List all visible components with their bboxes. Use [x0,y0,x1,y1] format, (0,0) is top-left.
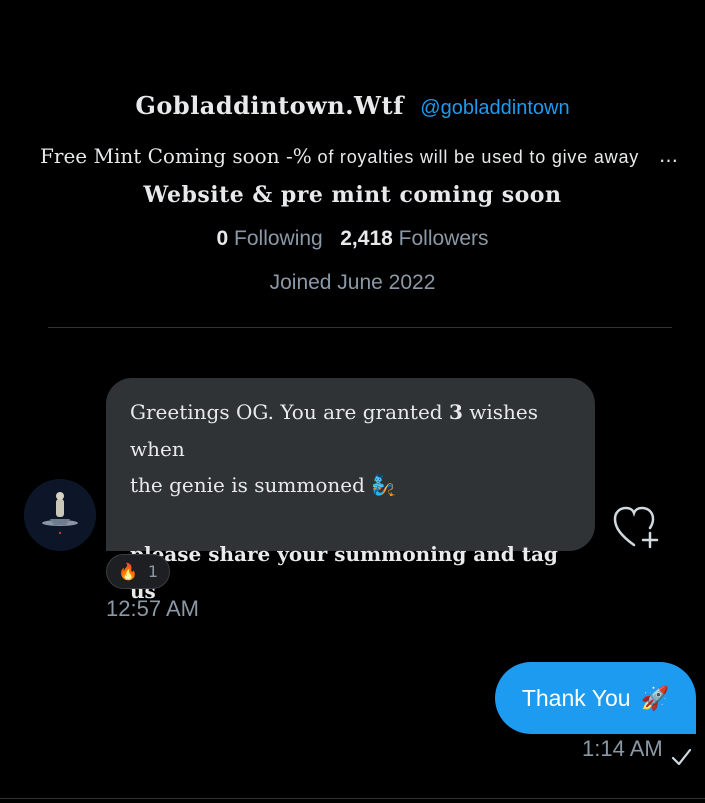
outgoing-timestamp: 1:14 AM [582,736,663,761]
incoming-timestamp: 12:57 AM [106,596,199,621]
outgoing-message-text: Thank You [521,684,631,711]
message-line-1: Greetings OG. You are granted 3 wishes w… [130,394,571,468]
sent-check-icon [671,748,692,766]
user-handle[interactable]: @gobladdintown [420,97,569,119]
genie-avatar-icon [24,479,96,551]
bio-more: … [655,138,678,174]
avatar[interactable] [24,479,96,551]
bio-text-part1: Free Mint Coming soon -% [40,144,312,168]
joined-date: Joined June 2022 [269,271,436,294]
rocket-icon: 🚀 [640,684,670,711]
message-text-a: Greetings OG. You are granted [130,400,449,424]
reaction-count: 1 [147,562,159,581]
display-name[interactable]: Gobladdintown.Wtf [135,91,404,120]
message-text-b: 3 [448,400,463,424]
incoming-message-bubble[interactable]: Greetings OG. You are granted 3 wishes w… [106,378,595,603]
profile-bio: Free Mint Coming soon -% of royalties wi… [40,138,680,174]
reaction-pill[interactable]: 🔥 1 [106,554,170,589]
message-line-2: the genie is summoned 🧞 [130,467,571,504]
message-text-d: the genie is summoned 🧞 [130,473,397,497]
following-label: Following [234,227,323,250]
followers-link[interactable]: 2,418 Followers [340,227,488,250]
followers-count: 2,418 [340,227,393,250]
profile-tagline: Website & pre mint coming soon [143,182,562,208]
profile-name-row: Gobladdintown.Wtf @gobladdintown [0,88,705,126]
following-link[interactable]: 0 Following [216,227,322,250]
bio-text-part2: of royalties will be used to give away [311,147,640,167]
divider [48,327,672,328]
followers-label: Followers [398,227,489,250]
bottom-divider [0,798,705,799]
add-reaction-heart-icon[interactable] [612,505,660,551]
profile-header: Gobladdintown.Wtf @gobladdintown [0,88,705,126]
following-count: 0 [216,227,229,250]
outgoing-message-bubble[interactable]: Thank You 🚀 [495,662,696,734]
fire-icon: 🔥 [117,562,138,581]
profile-stats: 0 Following 2,418 Followers [0,222,705,256]
